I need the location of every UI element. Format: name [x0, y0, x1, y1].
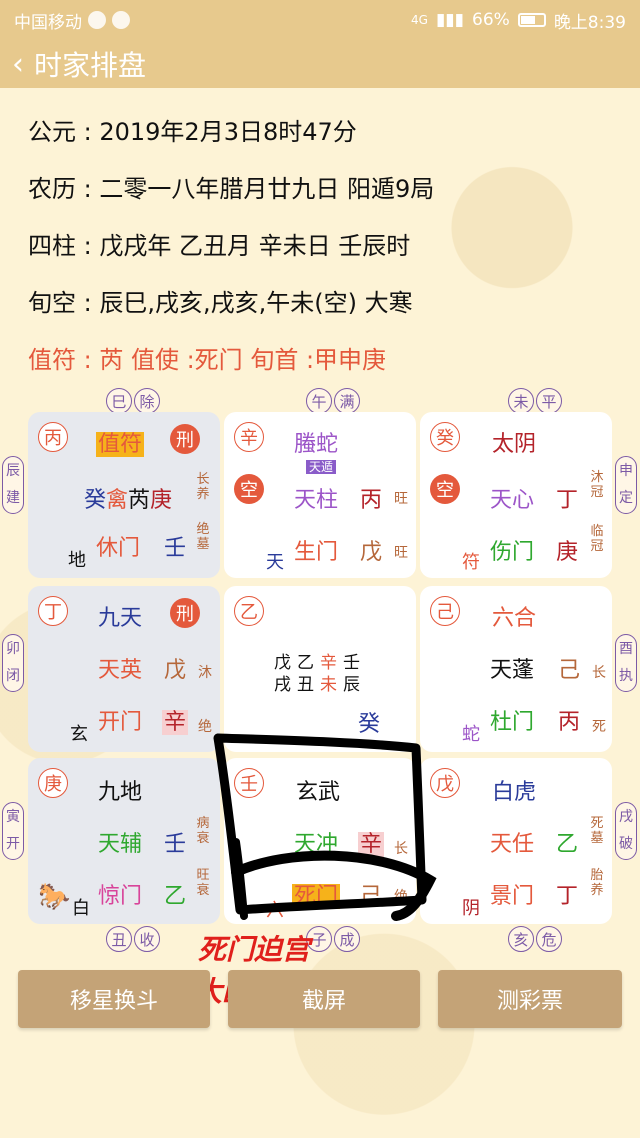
move-star-button[interactable]: 移星换斗	[18, 970, 210, 1028]
screenshot-button[interactable]: 截屏	[228, 970, 420, 1028]
hand-drawn-annotation-marks	[213, 733, 437, 921]
lottery-button[interactable]: 测彩票	[438, 970, 622, 1028]
annotation-line-1: 死门迫宫	[198, 933, 311, 966]
